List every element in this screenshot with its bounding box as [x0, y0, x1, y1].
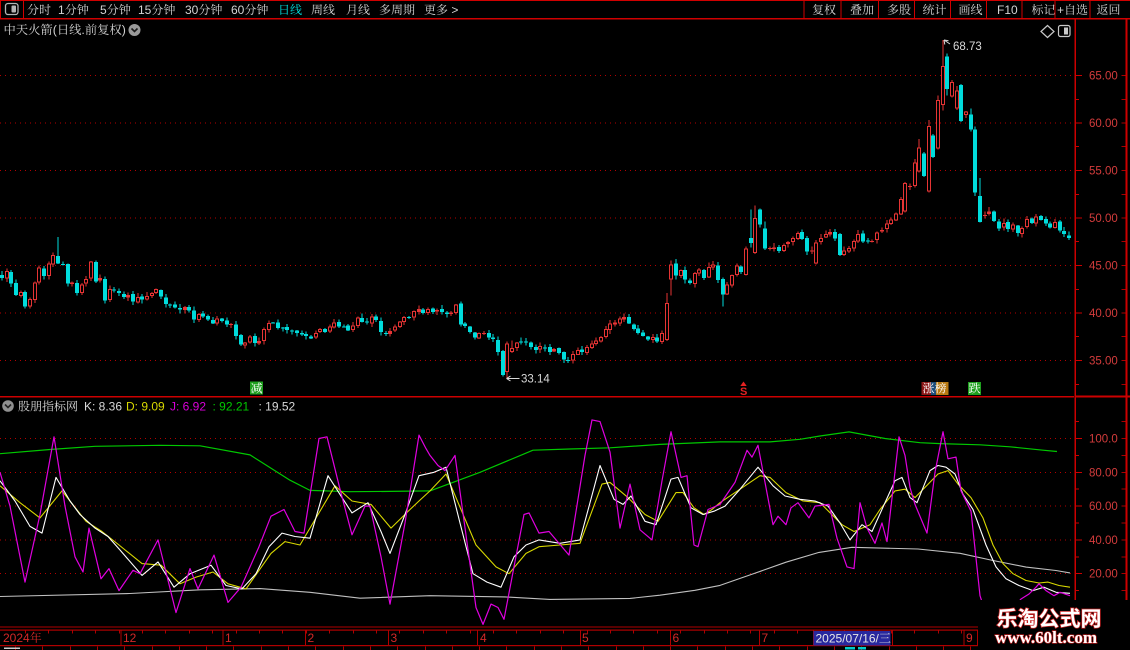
- svg-text:+自选: +自选: [1057, 1, 1088, 18]
- svg-text:跌: 跌: [969, 380, 981, 397]
- svg-text:股朋指标网: 股朋指标网: [18, 398, 78, 415]
- svg-text:K: 8.36: K: 8.36: [84, 400, 122, 414]
- svg-text:4: 4: [480, 631, 487, 645]
- svg-text:多周期: 多周期: [379, 1, 415, 18]
- svg-text:分时: 分时: [27, 1, 51, 18]
- svg-text:1分钟: 1分钟: [58, 1, 89, 18]
- svg-text:周线: 周线: [311, 1, 335, 18]
- svg-text:www.60lt.com: www.60lt.com: [995, 628, 1097, 647]
- svg-text:涨榜: 涨榜: [923, 380, 947, 397]
- svg-text:D: 9.09: D: 9.09: [126, 400, 165, 414]
- svg-text:复权: 复权: [812, 1, 836, 18]
- svg-text:15分钟: 15分钟: [138, 1, 175, 18]
- svg-text:6: 6: [673, 631, 680, 645]
- svg-text:60.00: 60.00: [1089, 501, 1118, 513]
- svg-text:日线: 日线: [278, 1, 302, 18]
- svg-text:100.0: 100.0: [1089, 434, 1118, 446]
- svg-text:画线: 画线: [959, 1, 983, 18]
- svg-text:2: 2: [308, 631, 315, 645]
- svg-text:50.00: 50.00: [1089, 213, 1118, 225]
- svg-text:35.00: 35.00: [1089, 356, 1118, 368]
- svg-text:标记: 标记: [1032, 1, 1056, 18]
- svg-text:月线: 月线: [346, 1, 370, 18]
- svg-text:2025/07/16/三: 2025/07/16/三: [816, 630, 891, 647]
- svg-text:55.00: 55.00: [1089, 166, 1118, 178]
- svg-text:60分钟: 60分钟: [231, 1, 268, 18]
- svg-text:30分钟: 30分钟: [185, 1, 222, 18]
- svg-text:9: 9: [966, 631, 973, 645]
- svg-text:: 92.21: : 92.21: [213, 400, 250, 414]
- svg-text:12: 12: [123, 631, 137, 645]
- svg-text:60.00: 60.00: [1089, 118, 1118, 130]
- svg-text:F10: F10: [997, 1, 1018, 18]
- svg-text:80.00: 80.00: [1089, 467, 1118, 479]
- svg-text:40.00: 40.00: [1089, 535, 1118, 547]
- svg-text:2024年: 2024年: [3, 631, 42, 645]
- svg-text:40.00: 40.00: [1089, 308, 1118, 320]
- svg-text:: 19.52: : 19.52: [259, 400, 296, 414]
- svg-text:统计: 统计: [923, 1, 947, 18]
- svg-text:叠加: 叠加: [850, 1, 874, 18]
- svg-text:减: 减: [251, 380, 263, 397]
- svg-text:5: 5: [582, 631, 589, 645]
- svg-text:45.00: 45.00: [1089, 261, 1118, 273]
- svg-text:更多 >: 更多 >: [424, 1, 458, 18]
- svg-text:33.14: 33.14: [521, 374, 550, 386]
- svg-text:65.00: 65.00: [1089, 71, 1118, 83]
- svg-text:多股: 多股: [887, 1, 911, 18]
- svg-text:3: 3: [391, 631, 398, 645]
- svg-text:1: 1: [225, 631, 232, 645]
- svg-text:20.00: 20.00: [1089, 569, 1118, 581]
- svg-text:7: 7: [762, 631, 769, 645]
- svg-text:J: 6.92: J: 6.92: [170, 400, 206, 414]
- svg-text:68.73: 68.73: [953, 41, 982, 53]
- svg-text:返回: 返回: [1097, 1, 1121, 18]
- svg-text:中天火箭(日线.前复权): 中天火箭(日线.前复权): [4, 20, 126, 38]
- svg-text:5分钟: 5分钟: [100, 1, 131, 18]
